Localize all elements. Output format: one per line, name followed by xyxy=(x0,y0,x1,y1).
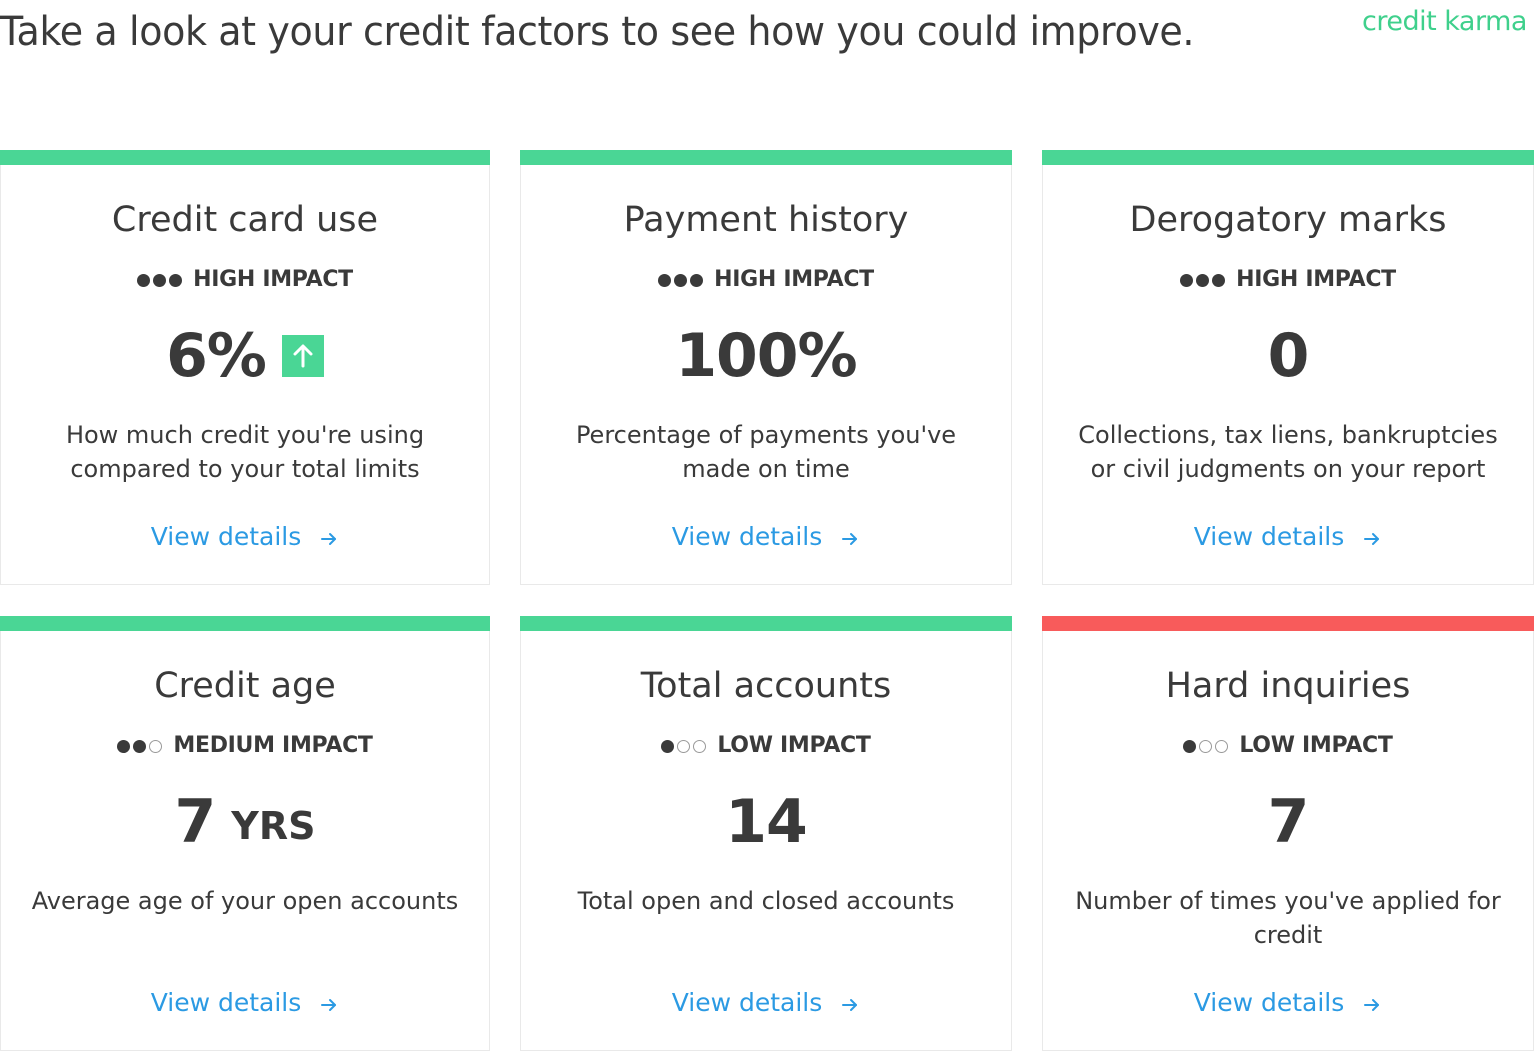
impact-indicator: LOW IMPACT xyxy=(1043,731,1533,761)
card-description: Percentage of payments you've made on ti… xyxy=(575,421,957,483)
impact-dot-empty xyxy=(693,739,707,753)
metric-value: 7 xyxy=(1267,787,1310,857)
card-description: Average age of your open accounts xyxy=(31,887,459,915)
arrow-right-icon xyxy=(840,995,860,1015)
arrow-right-icon xyxy=(1362,995,1382,1015)
impact-dot-filled xyxy=(690,273,704,287)
status-bar xyxy=(0,616,490,631)
impact-label: MEDIUM IMPACT xyxy=(173,733,373,758)
view-details-link[interactable]: View details xyxy=(1043,985,1533,1021)
arrow-up-icon xyxy=(281,335,324,377)
status-bar xyxy=(1042,616,1534,631)
status-bar xyxy=(1042,150,1534,165)
impact-dot-filled xyxy=(137,273,151,287)
metric-unit: YRS xyxy=(231,804,316,848)
impact-label: HIGH IMPACT xyxy=(193,267,353,292)
impact-label: HIGH IMPACT xyxy=(1236,267,1396,292)
metric: 6% xyxy=(1,318,489,394)
impact-indicator: HIGH IMPACT xyxy=(521,265,1011,295)
impact-dot-empty xyxy=(149,739,163,753)
metric: 0 xyxy=(1043,318,1533,394)
impact-dots xyxy=(661,739,709,753)
card-title: Derogatory marks xyxy=(1129,200,1447,240)
impact-dot-filled xyxy=(1212,273,1226,287)
arrow-right-icon xyxy=(840,529,860,549)
card-description: How much credit you're using compared to… xyxy=(65,421,425,483)
page-title: Take a look at your credit factors to se… xyxy=(0,9,1195,55)
view-details-label: View details xyxy=(1193,522,1345,551)
status-bar xyxy=(520,616,1012,631)
factor-card-hard-inquiries: Hard inquiries LOW IMPACT 7 Number of times… xyxy=(1042,616,1534,1051)
metric-value: 7 xyxy=(174,787,217,857)
view-details-link[interactable]: View details xyxy=(1,985,489,1021)
impact-dot-empty xyxy=(1215,739,1229,753)
view-details-link[interactable]: View details xyxy=(521,519,1011,555)
card-title: Credit card use xyxy=(111,200,379,240)
view-details-label: View details xyxy=(150,522,302,551)
impact-dots xyxy=(117,739,165,753)
card-title: Payment history xyxy=(623,200,909,240)
view-details-link[interactable]: View details xyxy=(521,985,1011,1021)
impact-dot-filled xyxy=(169,273,183,287)
impact-dot-filled xyxy=(133,739,147,753)
impact-indicator: LOW IMPACT xyxy=(521,731,1011,761)
impact-label: LOW IMPACT xyxy=(717,733,871,758)
factor-card-derogatory-marks: Derogatory marks HIGH IMPACT 0 Collections,… xyxy=(1042,150,1534,585)
impact-dot-filled xyxy=(674,273,688,287)
status-bar xyxy=(520,150,1012,165)
arrow-right-icon xyxy=(319,995,339,1015)
view-details-link[interactable]: View details xyxy=(1,519,489,555)
impact-dot-empty xyxy=(1199,739,1213,753)
brand-logo: credit karma xyxy=(1362,6,1527,37)
metric: 100% xyxy=(521,318,1011,394)
metric: 14 xyxy=(521,784,1011,860)
impact-dot-filled xyxy=(1183,739,1197,753)
impact-dot-filled xyxy=(117,739,131,753)
card-description: Number of times you've applied for credi… xyxy=(1075,887,1501,949)
card-title: Total accounts xyxy=(640,666,892,706)
impact-dot-filled xyxy=(1196,273,1210,287)
impact-indicator: HIGH IMPACT xyxy=(1,265,489,295)
arrow-right-icon xyxy=(1362,529,1382,549)
metric: 7 YRS xyxy=(1,784,489,860)
impact-dot-filled xyxy=(1180,273,1194,287)
factor-card-payment-history: Payment history HIGH IMPACT 100% Percentage… xyxy=(520,150,1012,585)
factor-card-total-accounts: Total accounts LOW IMPACT 14 Total open and… xyxy=(520,616,1012,1051)
metric-value: 14 xyxy=(725,787,807,857)
status-bar xyxy=(0,150,490,165)
factor-card-credit-card-use: Credit card use HIGH IMPACT 6% How much cre… xyxy=(0,150,490,585)
impact-dot-filled xyxy=(661,739,675,753)
impact-label: LOW IMPACT xyxy=(1239,733,1393,758)
metric-value: 0 xyxy=(1267,321,1310,391)
arrow-right-icon xyxy=(319,529,339,549)
impact-dots xyxy=(137,273,185,287)
impact-dots xyxy=(1183,739,1231,753)
view-details-link[interactable]: View details xyxy=(1043,519,1533,555)
view-details-label: View details xyxy=(150,988,302,1017)
impact-dot-empty xyxy=(677,739,691,753)
card-description: Collections, tax liens, bankruptcies or … xyxy=(1078,421,1498,483)
card-description: Total open and closed accounts xyxy=(577,887,955,915)
impact-label: HIGH IMPACT xyxy=(714,267,874,292)
card-title: Credit age xyxy=(154,666,336,706)
view-details-label: View details xyxy=(1193,988,1345,1017)
metric: 7 xyxy=(1043,784,1533,860)
card-title: Hard inquiries xyxy=(1165,666,1411,706)
impact-indicator: MEDIUM IMPACT xyxy=(1,731,489,761)
impact-dots xyxy=(658,273,706,287)
impact-dot-filled xyxy=(658,273,672,287)
factor-card-credit-age: Credit age MEDIUM IMPACT 7 YRS Average age o… xyxy=(0,616,490,1051)
view-details-label: View details xyxy=(671,988,823,1017)
impact-indicator: HIGH IMPACT xyxy=(1043,265,1533,295)
impact-dot-filled xyxy=(153,273,167,287)
impact-dots xyxy=(1180,273,1228,287)
metric-value: 6% xyxy=(166,321,267,391)
metric-value: 100% xyxy=(675,321,857,391)
view-details-label: View details xyxy=(671,522,823,551)
